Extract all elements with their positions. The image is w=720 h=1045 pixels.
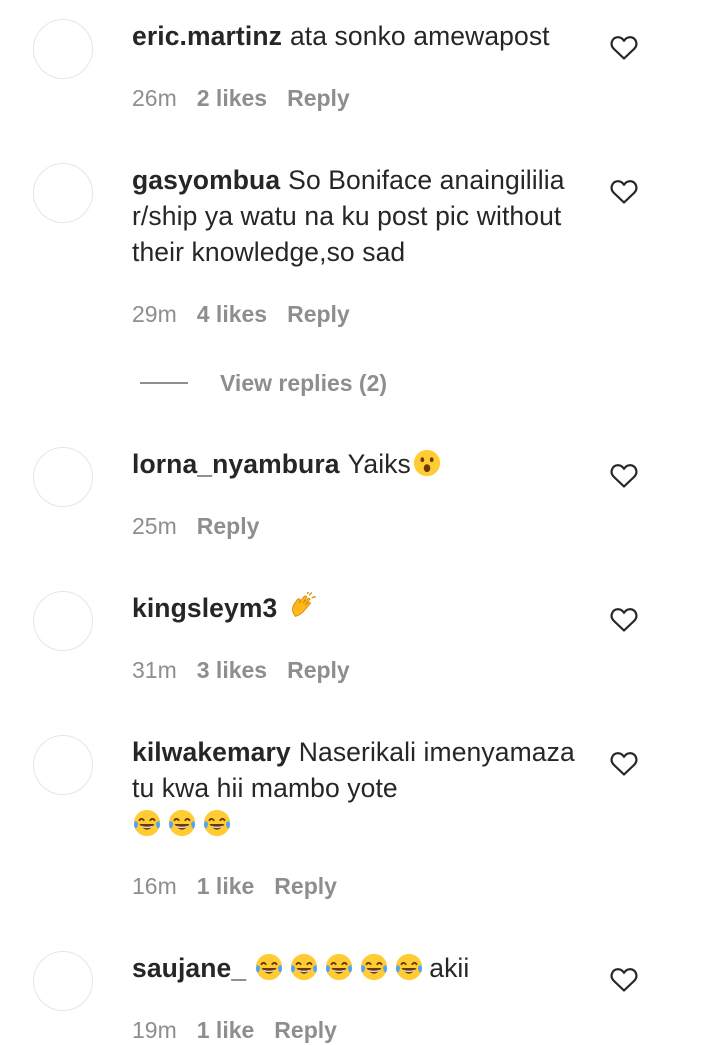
username[interactable]: gasyombua xyxy=(132,165,280,195)
comment-time: 19m xyxy=(132,1017,177,1043)
reply-button[interactable]: Reply xyxy=(287,85,350,111)
comment-time: 25m xyxy=(132,513,177,539)
avatar[interactable] xyxy=(33,591,93,651)
heart-outline-icon[interactable] xyxy=(610,751,638,777)
comment-body: kilwakemary Naserikali imenyamaza tu kwa … xyxy=(132,734,602,842)
tears-of-joy-emoji xyxy=(132,808,162,838)
avatar[interactable] xyxy=(33,735,93,795)
username[interactable]: saujane_ xyxy=(132,953,246,983)
likes-count[interactable]: 3 likes xyxy=(197,657,267,683)
likes-count[interactable]: 1 like xyxy=(197,873,255,899)
clapping-hands-emoji xyxy=(287,592,317,622)
comment-meta: 16m 1 like Reply xyxy=(132,871,357,901)
username[interactable]: lorna_nyambura xyxy=(132,449,340,479)
heart-outline-icon[interactable] xyxy=(610,463,638,489)
comment-text: akii xyxy=(429,953,470,983)
avatar[interactable] xyxy=(33,951,93,1011)
username[interactable]: kilwakemary xyxy=(132,737,291,767)
comment-body: gasyombua So Boniface anaingililia r/ship… xyxy=(132,162,592,270)
likes-count[interactable]: 1 like xyxy=(197,1017,255,1043)
comment-meta: 29m 4 likes Reply xyxy=(132,299,370,329)
comment-text: Yaiks xyxy=(347,449,411,479)
likes-count[interactable]: 4 likes xyxy=(197,301,267,327)
reply-button[interactable]: Reply xyxy=(287,657,350,683)
tears-of-joy-emoji xyxy=(394,952,424,982)
comment-body: lorna_nyambura Yaiks xyxy=(132,446,592,482)
reply-button[interactable]: Reply xyxy=(274,873,337,899)
comment-meta: 25m Reply xyxy=(132,511,279,541)
heart-outline-icon[interactable] xyxy=(610,35,638,61)
avatar[interactable] xyxy=(33,447,93,507)
comment-meta: 19m 1 like Reply xyxy=(132,1015,357,1045)
divider-line xyxy=(140,382,188,384)
likes-count[interactable]: 2 likes xyxy=(197,85,267,111)
comment-meta: 26m 2 likes Reply xyxy=(132,83,370,113)
tears-of-joy-emoji xyxy=(202,808,232,838)
reply-button[interactable]: Reply xyxy=(287,301,350,327)
comment-body: kingsleym3 xyxy=(132,590,592,626)
heart-outline-icon[interactable] xyxy=(610,607,638,633)
tears-of-joy-emoji xyxy=(289,952,319,982)
reply-button[interactable]: Reply xyxy=(197,513,260,539)
comment-body: eric.martinz ata sonko amewapost xyxy=(132,18,592,54)
view-replies-label[interactable]: View replies (2) xyxy=(220,370,387,397)
comment-time: 29m xyxy=(132,301,177,327)
reply-button[interactable]: Reply xyxy=(274,1017,337,1043)
avatar[interactable] xyxy=(33,163,93,223)
astonished-face-emoji xyxy=(412,448,442,478)
heart-outline-icon[interactable] xyxy=(610,179,638,205)
comment-meta: 31m 3 likes Reply xyxy=(132,655,370,685)
tears-of-joy-emoji xyxy=(254,952,284,982)
avatar[interactable] xyxy=(33,19,93,79)
comment-text: ata sonko amewapost xyxy=(289,21,550,51)
username[interactable]: kingsleym3 xyxy=(132,593,277,623)
comment-body: saujane_ akii xyxy=(132,950,592,986)
comment-time: 16m xyxy=(132,873,177,899)
comment-time: 26m xyxy=(132,85,177,111)
tears-of-joy-emoji xyxy=(359,952,389,982)
tears-of-joy-emoji xyxy=(324,952,354,982)
comment-time: 31m xyxy=(132,657,177,683)
heart-outline-icon[interactable] xyxy=(610,967,638,993)
tears-of-joy-emoji xyxy=(167,808,197,838)
view-replies-button[interactable]: View replies (2) xyxy=(140,368,387,398)
username[interactable]: eric.martinz xyxy=(132,21,282,51)
